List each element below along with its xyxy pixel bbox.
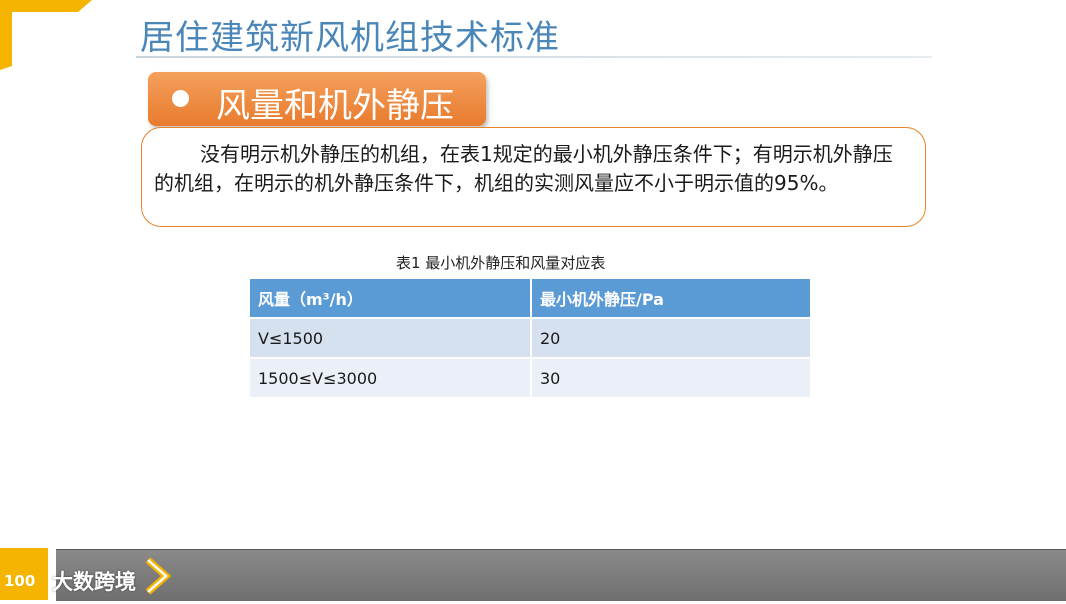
section-label: 风量和机外静压: [216, 86, 454, 126]
chevron-right-icon: [145, 557, 172, 595]
logo-text: 100: [4, 572, 35, 590]
header-airflow: 风量（m³/h）: [250, 279, 532, 318]
slide-title: 居住建筑新风机组技术标准: [140, 18, 560, 58]
logo-mark-icon: 100: [4, 572, 35, 590]
table-cell-pressure: 30: [531, 357, 810, 397]
body-callout: 没有明示机外静压的机组，在表1规定的最小机外静压条件下；有明示机外静压的机组，在…: [141, 127, 926, 227]
table-row: 1500≤V≤3000 30: [250, 357, 810, 397]
footer-wordmark: 大数跨境: [52, 570, 136, 594]
table-cell-airflow: 1500≤V≤3000: [250, 357, 532, 397]
table-cell-pressure: 20: [531, 317, 810, 358]
table-row: V≤1500 20: [250, 317, 810, 358]
bullet-icon: [172, 90, 189, 107]
header-min-static-pressure: 最小机外静压/Pa: [531, 279, 810, 318]
title-divider: [136, 56, 932, 58]
table-caption: 表1 最小机外静压和风量对应表: [396, 254, 606, 272]
section-header: 风量和机外静压: [148, 72, 486, 126]
corner-bracket-icon: [0, 0, 92, 70]
footer-bar: [56, 549, 1066, 601]
brand-logo: 100: [0, 548, 48, 600]
table-cell-airflow: V≤1500: [250, 317, 532, 358]
airflow-pressure-table: 风量（m³/h） 最小机外静压/Pa V≤1500 20 1500≤V≤3000…: [250, 279, 810, 397]
table-header-row: 风量（m³/h） 最小机外静压/Pa: [250, 279, 810, 318]
